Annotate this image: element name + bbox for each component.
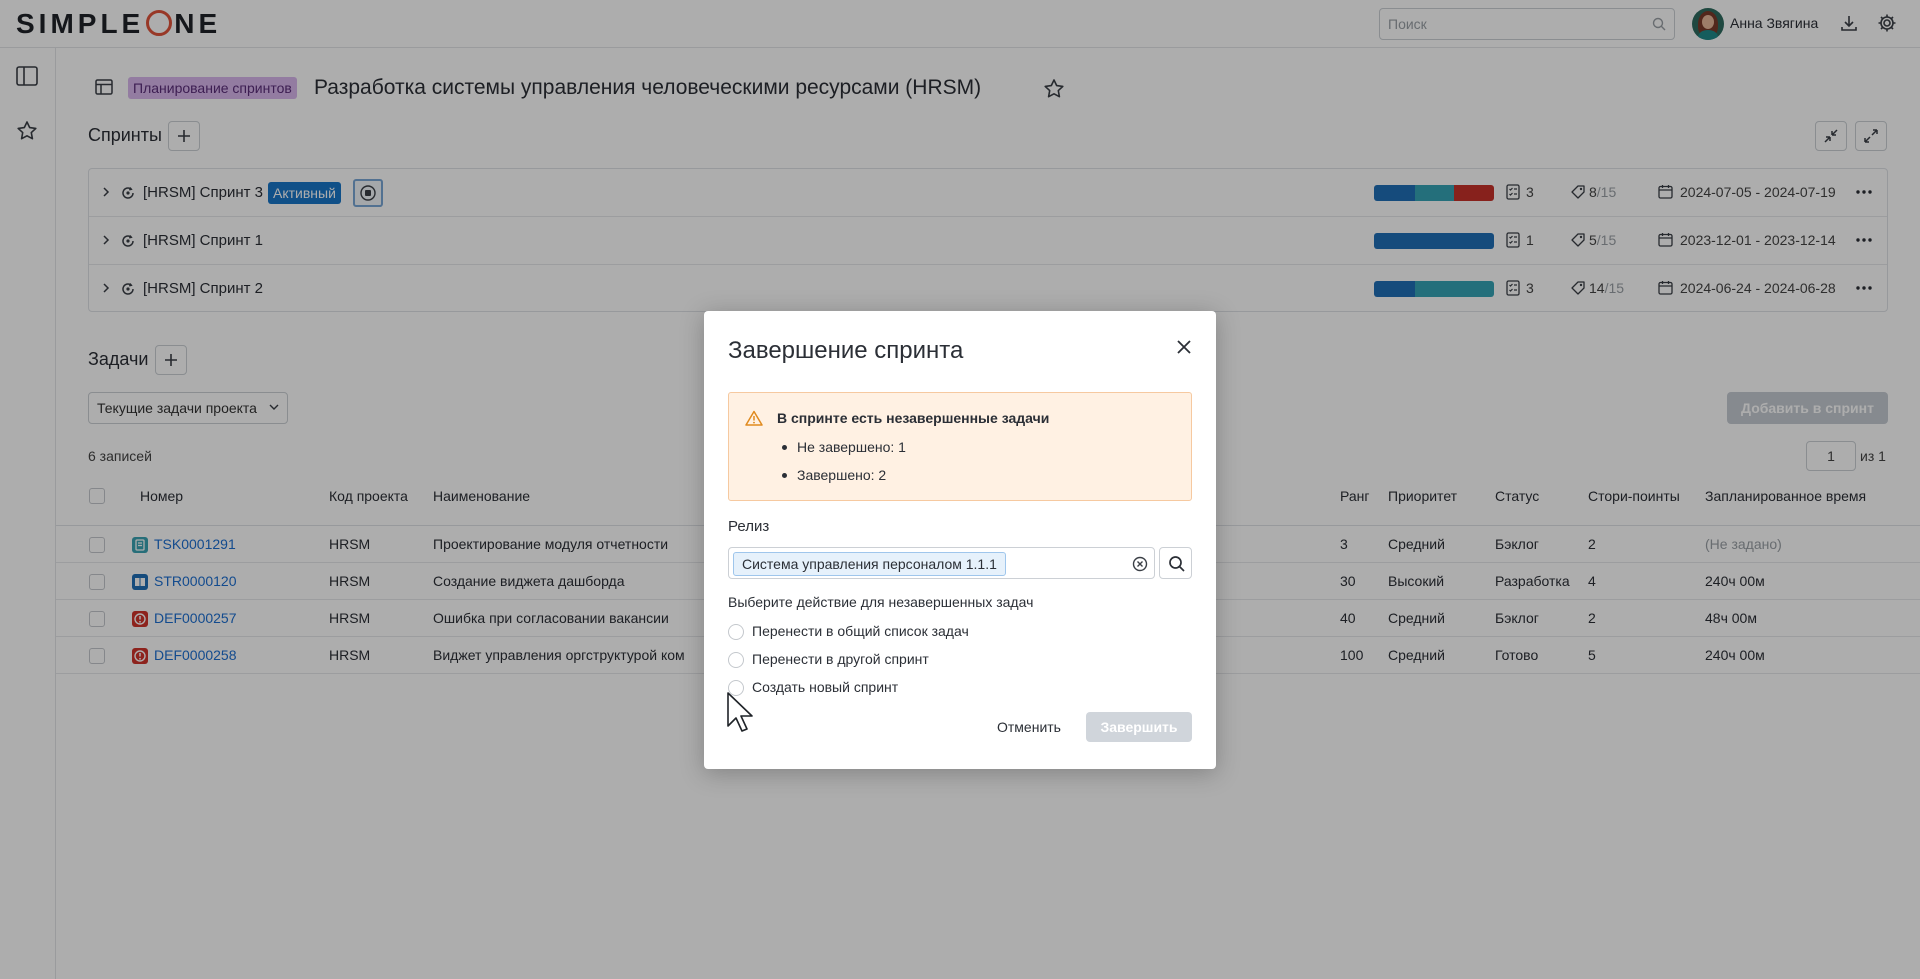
release-lookup-button[interactable] xyxy=(1159,547,1192,579)
option-label: Создать новый спринт xyxy=(752,679,899,695)
option-label: Перенести в общий список задач xyxy=(752,623,969,639)
warning-alert: В спринте есть незавершенные задачи Не з… xyxy=(728,392,1192,501)
complete-sprint-dialog: Завершение спринта В спринте есть незаве… xyxy=(704,311,1216,769)
action-label: Выберите действие для незавершенных зада… xyxy=(728,594,1034,610)
finish-button[interactable]: Завершить xyxy=(1086,712,1192,742)
warning-item-not-done: Не завершено: 1 xyxy=(777,438,906,466)
mouse-cursor-icon xyxy=(727,692,753,732)
search-icon xyxy=(1169,556,1185,572)
warning-list: Не завершено: 1 Завершено: 2 xyxy=(777,438,906,494)
warning-icon xyxy=(745,410,763,426)
release-chip[interactable]: Система управления персоналом 1.1.1 xyxy=(733,552,1006,576)
clear-icon[interactable] xyxy=(1132,556,1148,572)
radio-button[interactable] xyxy=(728,624,744,640)
option-label: Перенести в другой спринт xyxy=(752,651,929,667)
close-icon[interactable] xyxy=(1176,339,1192,355)
radio-button[interactable] xyxy=(728,652,744,668)
warning-item-done: Завершено: 2 xyxy=(777,466,906,494)
warning-title: В спринте есть незавершенные задачи xyxy=(777,410,1050,426)
dialog-title: Завершение спринта xyxy=(728,337,964,364)
release-field[interactable]: Система управления персоналом 1.1.1 xyxy=(728,547,1155,579)
release-label: Релиз xyxy=(728,518,770,535)
cancel-button[interactable]: Отменить xyxy=(984,712,1074,742)
